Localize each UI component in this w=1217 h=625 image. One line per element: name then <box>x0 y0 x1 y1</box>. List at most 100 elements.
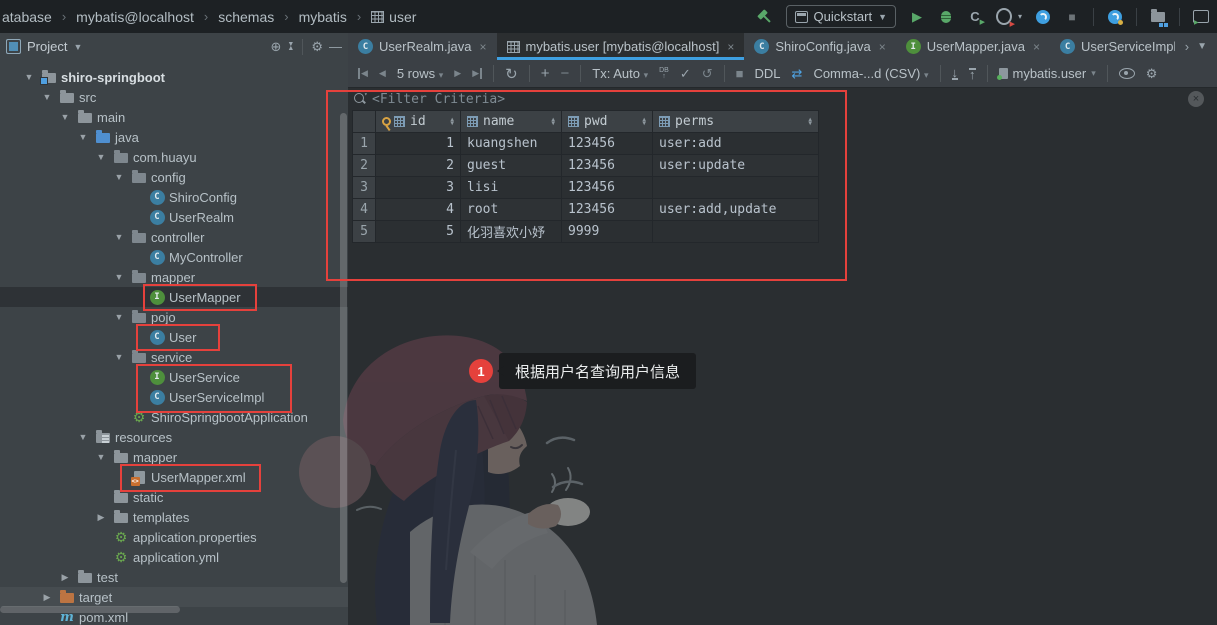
settings-gear-icon[interactable]: ⚙ <box>1146 66 1158 82</box>
tree-item-target[interactable]: ▶target <box>0 587 348 607</box>
table-cell[interactable]: 123456 <box>562 177 653 199</box>
tree-item-mapper[interactable]: ▼mapper <box>0 267 348 287</box>
filter-row[interactable]: <Filter Criteria> <box>348 88 1217 110</box>
breadcrumb-item[interactable]: mybatis@localhost <box>76 9 194 25</box>
tree-expand-icon[interactable]: ▼ <box>111 352 127 362</box>
table-cell[interactable]: lisi <box>461 177 562 199</box>
table-cell[interactable]: user:update <box>653 155 819 177</box>
breadcrumb-item[interactable]: user <box>371 9 416 25</box>
close-icon[interactable]: × <box>879 40 886 54</box>
table-target-dropdown[interactable]: mybatis.user ▾ <box>999 66 1096 81</box>
row-number-cell[interactable]: 5 <box>353 221 376 243</box>
tree-item-mycontroller[interactable]: CMyController <box>0 247 348 267</box>
table-cell[interactable]: 5 <box>376 221 461 243</box>
sort-icon[interactable]: ▲▼ <box>551 118 555 126</box>
tree-item-userservice[interactable]: IUserService <box>0 367 348 387</box>
build-hammer-icon[interactable] <box>753 5 776 28</box>
changed-files-icon[interactable] <box>1150 9 1166 25</box>
tree-expand-icon[interactable]: ▼ <box>21 72 37 82</box>
tree-item-main[interactable]: ▼main <box>0 107 348 127</box>
coverage-icon[interactable]: C <box>967 9 983 25</box>
table-cell[interactable]: 123456 <box>562 155 653 177</box>
table-cell[interactable]: kuangshen <box>461 133 562 155</box>
tree-item-test[interactable]: ▶test <box>0 567 348 587</box>
table-cell[interactable]: 4 <box>376 199 461 221</box>
first-page-icon[interactable]: ◀ <box>358 68 368 79</box>
view-options-icon[interactable] <box>1119 68 1135 79</box>
export-format-dropdown[interactable]: Comma-...d (CSV) ▾ <box>813 66 928 81</box>
more-tabs-icon[interactable]: › <box>1185 39 1189 54</box>
tab-userrealm-java[interactable]: CUserRealm.java× <box>348 33 497 60</box>
profiler-caret-icon[interactable]: ▾ <box>1018 12 1022 21</box>
commit-icon[interactable]: ✓ <box>680 66 691 82</box>
tree-item-shiro-springboot[interactable]: ▼shiro-springboot <box>0 67 348 87</box>
table-cell[interactable]: user:add <box>653 133 819 155</box>
tree-expand-icon[interactable]: ▼ <box>93 452 109 462</box>
profiler-icon[interactable] <box>996 9 1012 25</box>
table-cell[interactable]: root <box>461 199 562 221</box>
compare-icon[interactable]: ⇄ <box>792 66 803 82</box>
tab-list-dropdown-icon[interactable]: ▼ <box>1197 41 1207 52</box>
tree-expand-icon[interactable]: ▼ <box>93 152 109 162</box>
gear-icon[interactable]: ⚙ <box>311 39 323 55</box>
tx-mode-dropdown[interactable]: Tx: Auto ▾ <box>592 66 648 81</box>
last-page-icon[interactable]: ▶ <box>472 68 482 79</box>
tree-expand-icon[interactable]: ▼ <box>111 272 127 282</box>
tab-usermapper-java[interactable]: IUserMapper.java× <box>896 33 1050 60</box>
table-cell[interactable]: guest <box>461 155 562 177</box>
breadcrumb-item[interactable]: schemas <box>218 9 274 25</box>
chevron-down-icon[interactable]: ▼ <box>73 42 82 52</box>
table-cell[interactable]: 123456 <box>562 199 653 221</box>
project-panel-title[interactable]: Project <box>27 39 67 54</box>
tab-mybatis-user-mybatis-localhost-[interactable]: mybatis.user [mybatis@localhost]× <box>497 33 745 60</box>
table-cell[interactable]: 1 <box>376 133 461 155</box>
tree-expand-icon[interactable]: ▼ <box>75 432 91 442</box>
tree-item-shirospringbootapplication[interactable]: ⚙ShiroSpringbootApplication <box>0 407 348 427</box>
tree-item-application-properties[interactable]: ⚙application.properties <box>0 527 348 547</box>
tree-collapse-icon[interactable]: ▶ <box>39 592 55 603</box>
hide-panel-icon[interactable]: — <box>329 39 342 54</box>
table-cell[interactable] <box>653 221 819 243</box>
tree-item-user[interactable]: CUser <box>0 327 348 347</box>
next-page-icon[interactable]: ▶ <box>454 68 461 79</box>
tree-item-usermapper[interactable]: IUserMapper <box>0 287 348 307</box>
tree-item-java[interactable]: ▼java <box>0 127 348 147</box>
tree-item-service[interactable]: ▼service <box>0 347 348 367</box>
tree-item-controller[interactable]: ▼controller <box>0 227 348 247</box>
table-cell[interactable] <box>653 177 819 199</box>
page-size-dropdown[interactable]: 5 rows ▾ <box>397 66 443 81</box>
tree-item-pojo[interactable]: ▼pojo <box>0 307 348 327</box>
run-config-selector[interactable]: Quickstart ▼ <box>786 5 896 28</box>
delete-row-icon[interactable]: − <box>560 65 569 82</box>
locate-icon[interactable]: ⊕ <box>271 39 282 55</box>
tree-expand-icon[interactable]: ▼ <box>111 312 127 322</box>
breadcrumb-item[interactable]: atabase <box>2 9 52 25</box>
previous-page-icon[interactable]: ◀ <box>379 68 386 79</box>
tree-expand-icon[interactable]: ▼ <box>111 232 127 242</box>
tree-expand-icon[interactable]: ▼ <box>75 132 91 142</box>
column-header-pwd[interactable]: pwd▲▼ <box>562 111 653 133</box>
tree-item-config[interactable]: ▼config <box>0 167 348 187</box>
submit-db-icon[interactable]: DB↑ <box>659 68 669 80</box>
debug-icon[interactable] <box>938 9 954 25</box>
tab-shiroconfig-java[interactable]: CShiroConfig.java× <box>744 33 895 60</box>
vertical-scrollbar[interactable] <box>340 113 347 583</box>
tree-item-usermapper-xml[interactable]: UserMapper.xml <box>0 467 348 487</box>
table-cell[interactable]: 2 <box>376 155 461 177</box>
ide-services-icon[interactable] <box>1035 9 1051 25</box>
close-icon[interactable]: × <box>479 40 486 54</box>
tree-expand-icon[interactable]: ▼ <box>111 172 127 182</box>
rollback-icon[interactable]: ↺ <box>702 66 713 82</box>
table-cell[interactable]: 3 <box>376 177 461 199</box>
sort-icon[interactable]: ▲▼ <box>450 118 454 126</box>
tree-expand-icon[interactable]: ▼ <box>57 112 73 122</box>
tree-collapse-icon[interactable]: ▶ <box>93 512 109 523</box>
tree-item-userrealm[interactable]: CUserRealm <box>0 207 348 227</box>
close-icon[interactable]: × <box>1188 91 1204 107</box>
tree-item-static[interactable]: static <box>0 487 348 507</box>
tree-item-userserviceimpl[interactable]: CUserServiceImpl <box>0 387 348 407</box>
sort-icon[interactable]: ▲▼ <box>808 118 812 126</box>
row-number-cell[interactable]: 3 <box>353 177 376 199</box>
import-data-icon[interactable]: ↑ <box>969 68 976 80</box>
table-cell[interactable]: 化羽喜欢小妤 <box>461 221 562 243</box>
